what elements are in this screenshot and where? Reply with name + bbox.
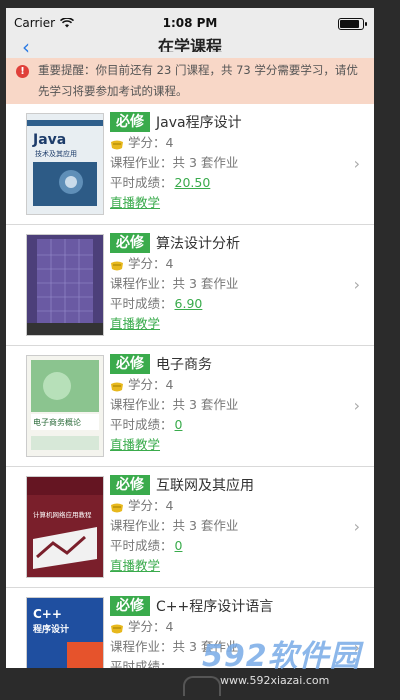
required-badge: 必修	[110, 596, 150, 616]
score-row: 平时成绩： 6.90	[110, 294, 344, 314]
course-name: 算法设计分析	[156, 236, 240, 252]
score-label: 平时成绩：	[110, 538, 173, 553]
course-name: 电子商务	[156, 357, 212, 373]
credit-icon	[110, 258, 124, 271]
course-homework: 课程作业：共 3 套作业	[110, 518, 239, 533]
credit-row: 学分：4	[110, 133, 344, 153]
course-credit: 学分：4	[128, 135, 174, 150]
course-item[interactable]: 电子商务概论 必修 电子商务 学分：4 课程作业：共 3 套作业 平时成绩： 0 直播教学 ›	[6, 346, 374, 467]
page-title: 在学课程	[157, 38, 222, 52]
course-credit: 学分：4	[128, 256, 174, 271]
credit-row: 学分：4	[110, 375, 344, 395]
course-credit: 学分：4	[128, 377, 174, 392]
svg-text:C++: C++	[33, 607, 62, 621]
status-bar: Carrier 1:08 PM	[6, 8, 374, 38]
notice-banner: ! 重要提醒：你目前还有 23 门课程，共 73 学分需要学习，请优先学习将要参…	[6, 58, 374, 104]
live-teaching-link[interactable]: 直播教学	[110, 193, 344, 213]
credit-icon	[110, 137, 124, 150]
battery-icon	[338, 18, 367, 30]
score-label: 平时成绩：	[110, 296, 173, 311]
course-credit: 学分：4	[128, 498, 174, 513]
course-cover-image: C++ 程序设计	[26, 597, 104, 668]
score-link[interactable]: 0	[175, 415, 183, 435]
svg-text:技术及其应用: 技术及其应用	[35, 149, 77, 158]
home-button[interactable]	[183, 676, 221, 696]
course-info: 必修 互联网及其应用 学分：4 课程作业：共 3 套作业 平时成绩： 0 直播教学	[110, 474, 344, 576]
score-label: 平时成绩：	[110, 175, 173, 190]
score-row: 平时成绩： 0	[110, 415, 344, 435]
credit-icon	[110, 500, 124, 513]
course-info: 必修 电子商务 学分：4 课程作业：共 3 套作业 平时成绩： 0 直播教学	[110, 353, 344, 455]
course-item[interactable]: Java 技术及其应用 必修 Java程序设计 学分：4 课程作业：共 3 套作业 平时成绩…	[6, 104, 374, 225]
course-item[interactable]: C++ 程序设计 必修 C++程序设计语言学分：4 课程作业：共 3 套作业平时成绩： ›	[6, 588, 374, 668]
course-credit: 学分：4	[128, 619, 174, 634]
course-cover-image: 电子商务概论	[26, 355, 104, 457]
course-name: C++程序设计语言	[156, 599, 274, 615]
course-cover-image	[26, 234, 104, 336]
course-name: Java程序设计	[156, 115, 242, 131]
notice-text: 重要提醒：你目前还有 23 门课程，共 73 学分需要学习，请优先学习将要参加考…	[38, 63, 358, 98]
svg-text:程序设计: 程序设计	[33, 623, 69, 635]
course-homework: 课程作业：共 3 套作业	[110, 276, 239, 291]
course-item[interactable]: 必修 算法设计分析 学分：4 课程作业：共 3 套作业 平时成绩： 6.90 直播教学 ›	[6, 225, 374, 346]
svg-text:Java: Java	[32, 132, 66, 148]
credit-icon	[110, 621, 124, 634]
score-row: 平时成绩：	[110, 657, 344, 668]
course-homework: 课程作业：共 3 套作业	[110, 397, 239, 412]
score-link[interactable]: 20.50	[175, 173, 211, 193]
course-cover-image: 计算机网络应用教程	[26, 476, 104, 578]
course-item[interactable]: 计算机网络应用教程 必修 互联网及其应用 学分：4 课程作业：共 3 套作业 平时成绩： 0…	[6, 467, 374, 588]
course-info: 必修 算法设计分析 学分：4 课程作业：共 3 套作业 平时成绩： 6.90 直播教学	[110, 232, 344, 334]
required-badge: 必修	[110, 354, 150, 374]
phone-screen: Carrier 1:08 PM ‹ 在学课程 ! 重要提醒：你目前还有 23 门…	[6, 8, 374, 668]
svg-text:计算机网络应用教程: 计算机网络应用教程	[33, 510, 92, 519]
score-row: 平时成绩： 0	[110, 536, 344, 556]
course-name: 互联网及其应用	[156, 478, 254, 494]
chevron-right-icon: ›	[353, 638, 360, 657]
score-link[interactable]: 6.90	[175, 294, 203, 314]
credit-row: 学分：4	[110, 254, 344, 274]
score-label: 平时成绩：	[110, 417, 173, 432]
credit-icon	[110, 379, 124, 392]
required-badge: 必修	[110, 112, 150, 132]
credit-row: 学分：4	[110, 617, 344, 637]
clock: 1:08 PM	[162, 16, 218, 30]
chevron-right-icon: ›	[353, 275, 360, 294]
credit-row: 学分：4	[110, 496, 344, 516]
course-cover-image: Java 技术及其应用	[26, 113, 104, 215]
live-teaching-link[interactable]: 直播教学	[110, 556, 344, 576]
course-homework: 课程作业：共 3 套作业	[110, 639, 239, 654]
required-badge: 必修	[110, 233, 150, 253]
course-list: Java 技术及其应用 必修 Java程序设计 学分：4 课程作业：共 3 套作业 平时成绩…	[6, 104, 374, 668]
score-label: 平时成绩：	[110, 659, 173, 668]
chevron-right-icon: ›	[353, 517, 360, 536]
chevron-right-icon: ›	[353, 396, 360, 415]
score-link[interactable]: 0	[175, 536, 183, 556]
watermark-url: www.592xiazai.com	[220, 674, 330, 687]
course-info: 必修 Java程序设计 学分：4 课程作业：共 3 套作业 平时成绩： 20.50 直播教学	[110, 111, 344, 213]
required-badge: 必修	[110, 475, 150, 495]
live-teaching-link[interactable]: 直播教学	[110, 435, 344, 455]
score-row: 平时成绩： 20.50	[110, 173, 344, 193]
nav-bar: ‹ 在学课程	[6, 37, 374, 58]
chevron-right-icon: ›	[353, 154, 360, 173]
svg-text:电子商务概论: 电子商务概论	[33, 417, 81, 427]
course-info: 必修 C++程序设计语言学分：4 课程作业：共 3 套作业平时成绩：	[110, 595, 344, 668]
live-teaching-link[interactable]: 直播教学	[110, 314, 344, 334]
course-homework: 课程作业：共 3 套作业	[110, 155, 239, 170]
warning-icon: !	[16, 65, 29, 78]
